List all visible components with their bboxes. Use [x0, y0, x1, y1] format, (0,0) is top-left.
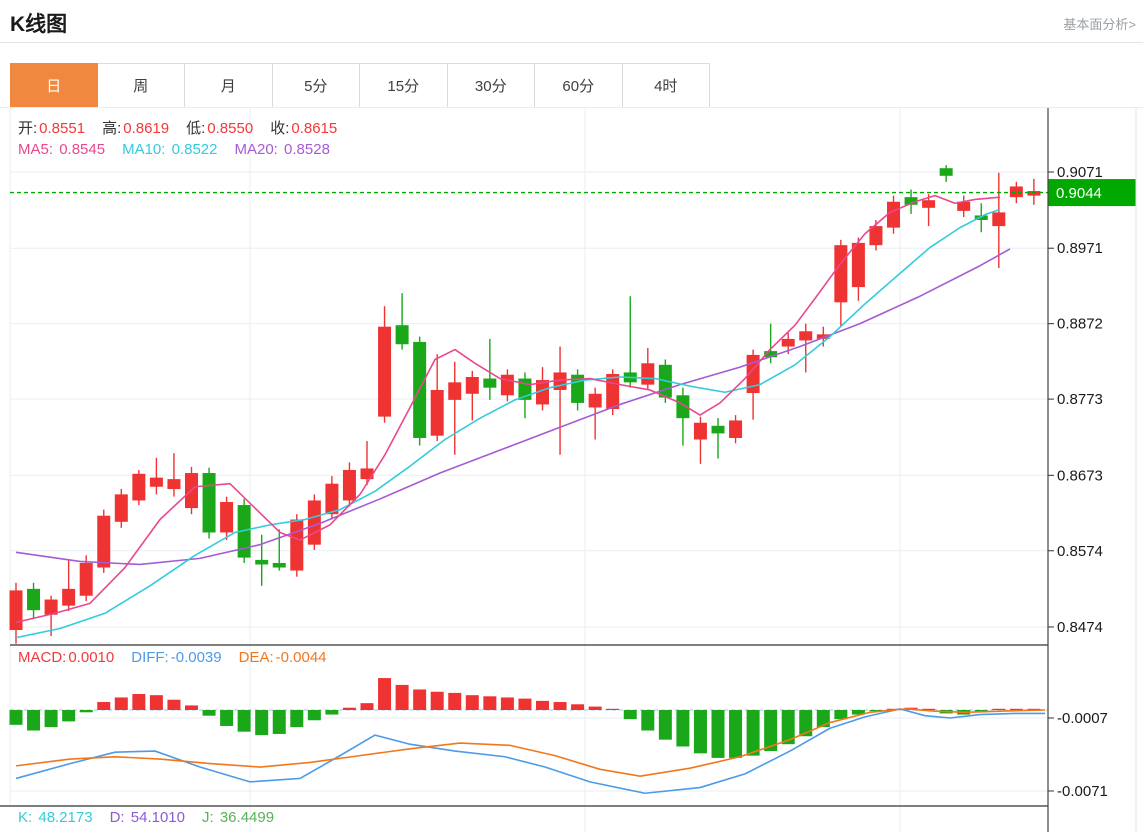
macd-value: 0.0010 [68, 649, 115, 666]
diff-label: DIFF: [131, 649, 169, 666]
kdj-j-item: J: 36.4499 [202, 809, 274, 826]
ohlc-close-label: 收: [270, 120, 290, 137]
ma-legend: MA5: 0.8545 MA10: 0.8522 MA20: 0.8528 [18, 141, 347, 158]
svg-text:0.8574: 0.8574 [1057, 543, 1103, 560]
svg-text:0.8773: 0.8773 [1057, 391, 1103, 408]
ohlc-low: 低: 0.8550 [186, 117, 253, 138]
tab-60min[interactable]: 60分 [535, 63, 623, 108]
kdj-k-value: 48.2173 [38, 809, 93, 826]
page-title: K线图 [10, 13, 68, 36]
ma10-legend: MA10: 0.8522 [122, 141, 217, 158]
svg-text:0.8872: 0.8872 [1057, 316, 1103, 333]
ma5-value: 0.8545 [59, 141, 106, 158]
ma20-label: MA20: [234, 141, 278, 158]
ma5-legend: MA5: 0.8545 [18, 141, 105, 158]
svg-text:0.8673: 0.8673 [1057, 467, 1103, 484]
macd-item: MACD: 0.0010 [18, 649, 114, 666]
tab-week[interactable]: 周 [97, 63, 185, 108]
kdj-j-value: 36.4499 [219, 809, 275, 826]
kdj-d-value: 54.1010 [130, 809, 185, 826]
divider [0, 107, 1143, 108]
macd-label: MACD: [18, 649, 67, 666]
kdj-k-item: K: 48.2173 [18, 809, 93, 826]
ohlc-open-label: 开: [18, 120, 38, 137]
ohlc-high-label: 高: [102, 120, 122, 137]
dea-item: DEA: -0.0044 [239, 649, 327, 666]
tab-30min[interactable]: 30分 [447, 63, 535, 108]
ohlc-high-value: 0.8619 [123, 120, 170, 137]
tab-5min[interactable]: 5分 [272, 63, 360, 108]
ohlc-low-value: 0.8550 [207, 120, 254, 137]
dea-value: -0.0044 [275, 649, 327, 666]
svg-text:0.8971: 0.8971 [1057, 240, 1103, 257]
svg-text:0.8474: 0.8474 [1057, 619, 1103, 636]
ma5-label: MA5: [18, 141, 54, 158]
svg-text:0.9071: 0.9071 [1057, 164, 1103, 181]
divider [0, 42, 1143, 43]
tab-4hour[interactable]: 4时 [622, 63, 710, 108]
diff-value: -0.0039 [170, 649, 222, 666]
tab-day[interactable]: 日 [10, 63, 98, 108]
fundamental-analysis-link[interactable]: 基本面分析> [1063, 14, 1136, 33]
diff-item: DIFF: -0.0039 [131, 649, 221, 666]
ohlc-close-value: 0.8615 [291, 120, 338, 137]
ohlc-open: 开: 0.8551 [18, 117, 85, 138]
kdj-d-label: D: [109, 809, 125, 826]
ma10-value: 0.8522 [171, 141, 218, 158]
ma20-value: 0.8528 [284, 141, 330, 158]
macd-legend: MACD: 0.0010 DIFF: -0.0039 DEA: -0.0044 [18, 649, 344, 666]
ma10-label: MA10: [122, 141, 166, 158]
kdj-k-label: K: [18, 809, 33, 826]
dea-label: DEA: [238, 649, 274, 666]
kline-page: K线图 基本面分析> 日 周 月 5分 15分 30分 60分 4时 0.904… [0, 0, 1143, 832]
tab-month[interactable]: 月 [185, 63, 273, 108]
svg-text:0.9044: 0.9044 [1056, 185, 1102, 202]
ohlc-low-label: 低: [186, 120, 206, 137]
svg-text:-0.0071: -0.0071 [1057, 783, 1108, 800]
ma20-legend: MA20: 0.8528 [235, 141, 330, 158]
ohlc-close: 收: 0.8615 [270, 117, 337, 138]
svg-text:-0.0007: -0.0007 [1057, 710, 1108, 727]
interval-tabs: 日 周 月 5分 15分 30分 60分 4时 [10, 63, 710, 108]
tab-15min[interactable]: 15分 [360, 63, 448, 108]
ohlc-legend: 开: 0.8551 高: 0.8619 低: 0.8550 收: 0.8615 [18, 117, 354, 138]
kdj-d-item: D: 54.1010 [110, 809, 185, 826]
kdj-legend: K: 48.2173 D: 54.1010 J: 36.4499 [18, 809, 291, 826]
ohlc-high: 高: 0.8619 [102, 117, 169, 138]
ohlc-open-value: 0.8551 [39, 120, 86, 137]
kdj-j-label: J: [202, 809, 214, 826]
